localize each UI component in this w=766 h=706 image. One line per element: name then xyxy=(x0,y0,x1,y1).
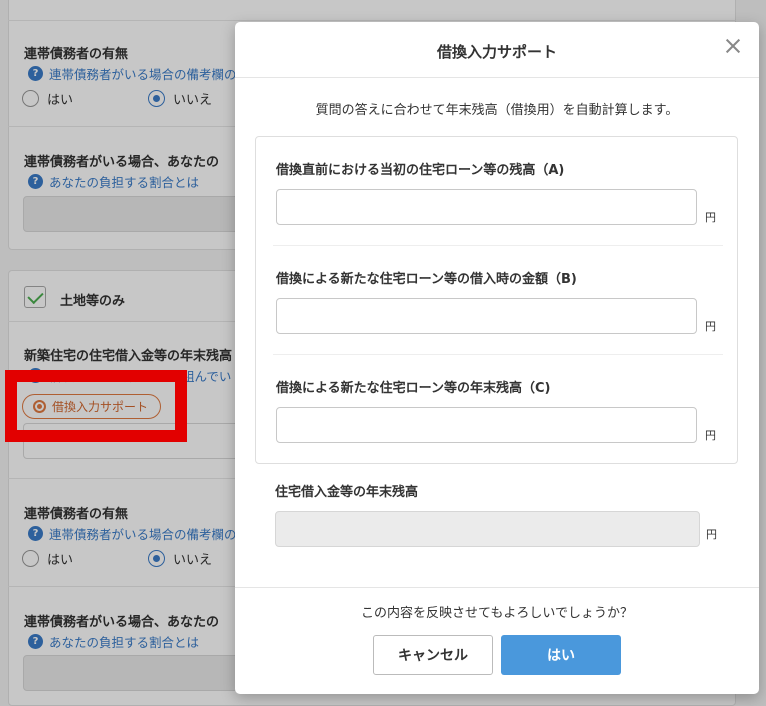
close-icon[interactable] xyxy=(725,38,741,54)
dialog-description: 質問の答えに合わせて年末残高（借換用）を自動計算します。 xyxy=(315,103,679,118)
confirm-question: この内容を反映させてもよろしいでしょうか？ xyxy=(361,606,633,621)
total-balance-label: 住宅借入金等の年末残高 xyxy=(275,485,419,500)
divider xyxy=(273,245,723,246)
refinance-fields-card: 借換直前における当初の住宅ローン等の残高（A) 円 借換による新たな住宅ローン等… xyxy=(255,136,738,464)
divider xyxy=(273,354,723,355)
field-a-unit: 円 xyxy=(705,211,716,224)
field-b-unit: 円 xyxy=(705,320,716,333)
field-c-unit: 円 xyxy=(705,429,716,442)
field-b-label: 借換による新たな住宅ローン等の借入時の金額（B) xyxy=(276,272,577,287)
dialog-header: 借換入力サポート xyxy=(235,22,759,78)
dialog-title: 借換入力サポート xyxy=(436,43,557,61)
total-balance-readonly-field xyxy=(275,511,700,547)
field-a-label: 借換直前における当初の住宅ローン等の残高（A) xyxy=(276,163,565,178)
field-b-input[interactable] xyxy=(276,298,697,334)
dialog-footer-divider xyxy=(235,587,759,588)
refinance-support-dialog: 借換入力サポート 質問の答えに合わせて年末残高（借換用）を自動計算します。 借換… xyxy=(235,22,759,694)
highlight-box xyxy=(5,370,187,442)
cancel-button[interactable]: キャンセル xyxy=(373,635,493,675)
field-a-input[interactable] xyxy=(276,189,697,225)
total-balance-unit: 円 xyxy=(706,528,717,541)
field-c-input[interactable] xyxy=(276,407,697,443)
yes-button[interactable]: はい xyxy=(501,635,621,675)
field-c-label: 借換による新たな住宅ローン等の年末残高（C) xyxy=(276,381,551,396)
